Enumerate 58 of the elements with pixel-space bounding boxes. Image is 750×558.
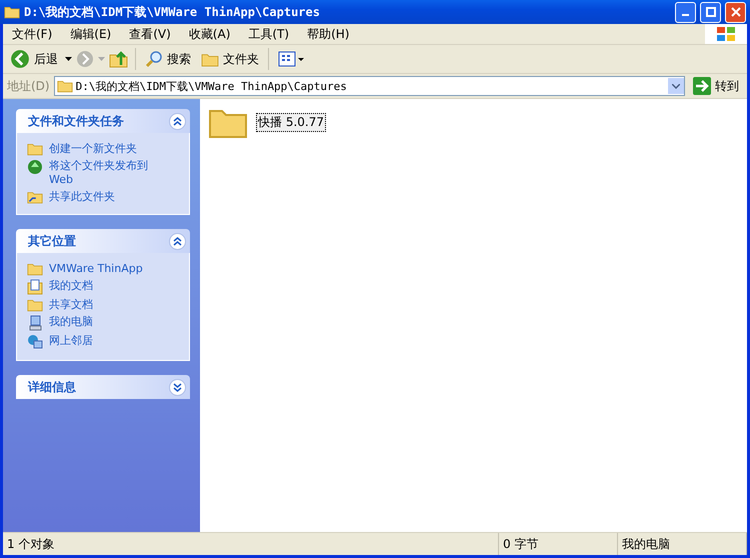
folder-icon [27,262,43,276]
chevron-icon [173,116,182,126]
collapse-button[interactable] [169,378,186,396]
maximize-icon [706,7,716,17]
task-link[interactable]: 将这个文件夹发布到Web [27,159,179,187]
folders-button[interactable]: 文件夹 [198,48,262,70]
task-link[interactable]: 共享此文件夹 [27,190,179,204]
panel-title: 文件和文件夹任务 [28,112,124,130]
status-text: 0 字节 [499,533,618,555]
dropdown-button[interactable] [668,78,684,94]
close-button[interactable] [725,2,746,22]
minimize-button[interactable] [675,2,696,22]
folder-icon [56,79,73,93]
task-link[interactable]: 共享文档 [27,298,179,312]
collapse-button[interactable] [169,112,186,130]
collapse-button[interactable] [169,232,186,250]
menu-item[interactable]: 编辑(E) [61,26,120,42]
menu-item[interactable]: 查看(V) [120,26,180,42]
computer-icon [27,315,43,331]
task-link[interactable]: 我的文档 [27,279,179,295]
status-text: 1 个对象 [3,533,499,555]
task-link[interactable]: 网上邻居 [27,334,179,350]
views-icon [278,51,304,67]
folder-icon [27,298,43,312]
caret-icon [672,84,680,88]
folder-icon [201,52,219,66]
search-icon [145,50,163,68]
maximize-button[interactable] [700,2,721,22]
back-button[interactable]: 后退 [7,47,61,71]
network-icon [27,334,43,350]
panel-title: 其它位置 [28,232,76,250]
task-link[interactable]: 创建一个新文件夹 [27,142,179,156]
globe-icon [27,159,43,175]
menu-item[interactable]: 收藏(A) [180,26,240,42]
task-link[interactable]: 我的电脑 [27,315,179,331]
chevron-icon [173,382,182,392]
documents-icon [27,279,43,295]
chevron-icon [173,236,182,246]
menu-item[interactable]: 帮助(H) [298,26,358,42]
address-field[interactable]: D:\我的文档\IDM下载\VMWare ThinApp\Captures [54,76,685,96]
window-title: D:\我的文档\IDM下载\VMWare ThinApp\Captures [24,4,321,20]
address-label: 地址(D) [7,78,50,94]
close-icon [730,7,740,17]
shared-folder-icon [27,190,43,204]
search-button[interactable]: 搜索 [142,48,194,70]
new-folder-icon [27,142,43,156]
folder-up-icon[interactable] [109,49,129,69]
menu-item[interactable]: 工具(T) [239,26,298,42]
flag-logo [705,24,747,44]
dropdown-arrow-icon[interactable] [65,57,72,61]
menu-item[interactable]: 文件(F) [3,26,62,42]
folder-icon [4,5,20,19]
task-link[interactable]: VMWare ThinApp [27,262,179,276]
panel-title: 详细信息 [28,378,76,396]
status-text: 我的电脑 [618,533,747,555]
go-button[interactable]: 转到 [689,77,743,95]
go-arrow-icon [693,77,711,95]
file-name[interactable]: 快播 5.0.77 [256,112,326,132]
